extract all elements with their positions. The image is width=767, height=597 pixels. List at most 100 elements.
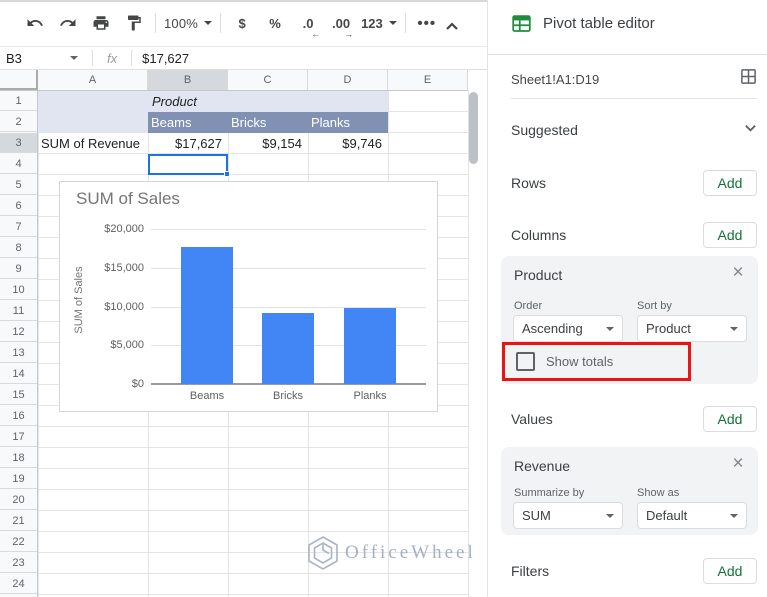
- row-header-15[interactable]: 15: [0, 385, 37, 405]
- row-header-20[interactable]: 20: [0, 490, 37, 510]
- row-header-11[interactable]: 11: [0, 301, 37, 321]
- row-header-5[interactable]: 5: [0, 175, 37, 195]
- format-percent-button[interactable]: %: [262, 10, 288, 36]
- pivot-table-editor-panel: Pivot table editor Sheet1!A1:D19 Suggest…: [487, 0, 767, 597]
- sort-by-dropdown[interactable]: Product: [637, 315, 747, 342]
- chart-y-tick-label: $5,000: [110, 339, 144, 352]
- name-box[interactable]: B3: [0, 51, 70, 66]
- row-header-17[interactable]: 17: [0, 427, 37, 447]
- row-header-2[interactable]: 2: [0, 112, 37, 132]
- cell-c3-value[interactable]: $9,154: [228, 133, 306, 154]
- close-icon[interactable]: ×: [728, 263, 748, 283]
- print-button[interactable]: [88, 10, 114, 36]
- row-header-1[interactable]: 1: [0, 91, 37, 111]
- row-header-4[interactable]: 4: [0, 154, 37, 174]
- summarize-by-dropdown[interactable]: SUM: [513, 502, 623, 529]
- row-header-8[interactable]: 8: [0, 238, 37, 258]
- product-column-card: Product × Order Sort by Ascending Produc…: [501, 256, 758, 384]
- cell-b1-product[interactable]: Product: [152, 91, 387, 112]
- toolbar-divider: [404, 13, 406, 33]
- column-header-D[interactable]: D: [308, 70, 388, 90]
- collapse-toolbar-button[interactable]: [439, 14, 465, 40]
- officewheel-logo-icon: [308, 536, 338, 570]
- row-header-14[interactable]: 14: [0, 364, 37, 384]
- show-totals-checkbox[interactable]: [516, 352, 535, 371]
- row-header-7[interactable]: 7: [0, 217, 37, 237]
- zoom-value: 100%: [164, 15, 199, 31]
- revenue-card-title: Revenue: [514, 458, 571, 474]
- add-filters-button[interactable]: Add: [703, 558, 757, 584]
- decrease-decimal-button[interactable]: .0 ←: [295, 10, 321, 40]
- revenue-value-card: Revenue × Summarize by Show as SUM Defau…: [501, 447, 758, 535]
- add-values-button[interactable]: Add: [703, 406, 757, 432]
- row-header-19[interactable]: 19: [0, 469, 37, 489]
- grid-line: [38, 91, 39, 597]
- sort-by-label: Sort by: [637, 300, 672, 312]
- more-formats-label: 123: [361, 15, 383, 31]
- more-toolbar-button[interactable]: •••: [414, 10, 440, 36]
- toolbar-divider: [220, 13, 222, 33]
- row-header-16[interactable]: 16: [0, 406, 37, 426]
- add-columns-button[interactable]: Add: [703, 222, 757, 248]
- chart-x-category-label: Beams: [189, 390, 225, 402]
- select-data-range-button[interactable]: [740, 68, 757, 90]
- formula-input[interactable]: $17,627: [132, 51, 189, 66]
- chevron-down-icon[interactable]: [744, 121, 757, 139]
- show-as-dropdown[interactable]: Default: [637, 502, 747, 529]
- add-rows-button[interactable]: Add: [703, 170, 757, 196]
- cell-c2-bricks[interactable]: Bricks: [228, 112, 308, 133]
- cell-b2-beams[interactable]: Beams: [148, 112, 228, 133]
- row-header-6[interactable]: 6: [0, 196, 37, 216]
- row-header-24[interactable]: 24: [0, 574, 37, 594]
- cell-d2-planks[interactable]: Planks: [308, 112, 388, 133]
- summarize-by-label: Summarize by: [514, 487, 585, 499]
- fill-handle[interactable]: [224, 171, 230, 177]
- cell-b3-value[interactable]: $17,627: [148, 133, 226, 154]
- redo-button[interactable]: [55, 10, 81, 36]
- cell-a3-label[interactable]: SUM of Revenue: [38, 133, 148, 154]
- undo-button[interactable]: [22, 10, 48, 36]
- row-header-23[interactable]: 23: [0, 553, 37, 573]
- show-totals-label: Show totals: [546, 354, 614, 369]
- row-header-18[interactable]: 18: [0, 448, 37, 468]
- increase-decimal-button[interactable]: .00 →: [328, 10, 354, 40]
- column-header-B[interactable]: B: [148, 70, 228, 90]
- print-icon: [93, 16, 109, 30]
- data-range-value[interactable]: Sheet1!A1:D19: [511, 72, 740, 87]
- row-header-12[interactable]: 12: [0, 322, 37, 342]
- arrow-right-icon: →: [344, 29, 354, 39]
- suggested-row[interactable]: Suggested: [511, 118, 757, 142]
- zoom-select[interactable]: 100%: [164, 10, 213, 36]
- order-label: Order: [514, 300, 543, 312]
- row-header-3[interactable]: 3: [0, 133, 37, 153]
- embedded-chart[interactable]: SUM of Sales SUM of Sales $0 $5,000 $10,00…: [59, 181, 438, 412]
- filters-section-row: Filters Add: [511, 558, 757, 584]
- row-header-10[interactable]: 10: [0, 280, 37, 300]
- select-all-corner[interactable]: [0, 70, 38, 90]
- suggested-label: Suggested: [511, 122, 578, 138]
- paint-format-button[interactable]: [121, 10, 147, 36]
- chevron-down-icon[interactable]: [70, 56, 78, 60]
- format-currency-button[interactable]: $: [229, 10, 255, 36]
- grid-line: [468, 91, 469, 597]
- column-header-C[interactable]: C: [228, 70, 308, 90]
- row-header-21[interactable]: 21: [0, 511, 37, 531]
- order-dropdown[interactable]: Ascending: [513, 315, 623, 342]
- column-header-E[interactable]: E: [388, 70, 468, 90]
- column-header-A[interactable]: A: [38, 70, 148, 90]
- cell-d3-value[interactable]: $9,746: [308, 133, 386, 154]
- chart-y-tick-label: $0: [131, 378, 144, 390]
- values-label: Values: [511, 411, 553, 427]
- row-header-9[interactable]: 9: [0, 259, 37, 279]
- watermark-text: OfficeWheel: [345, 542, 476, 563]
- chevron-down-icon: [388, 21, 397, 25]
- vertical-scrollbar-thumb[interactable]: [469, 92, 478, 164]
- row-header-22[interactable]: 22: [0, 532, 37, 552]
- rows-label: Rows: [511, 175, 547, 191]
- chart-x-category-label: Planks: [353, 390, 387, 402]
- more-formats-button[interactable]: 123: [361, 10, 397, 36]
- cell-a2[interactable]: [38, 112, 148, 133]
- row-header-13[interactable]: 13: [0, 343, 37, 363]
- chevron-down-icon: [730, 326, 738, 331]
- close-icon[interactable]: ×: [728, 454, 748, 474]
